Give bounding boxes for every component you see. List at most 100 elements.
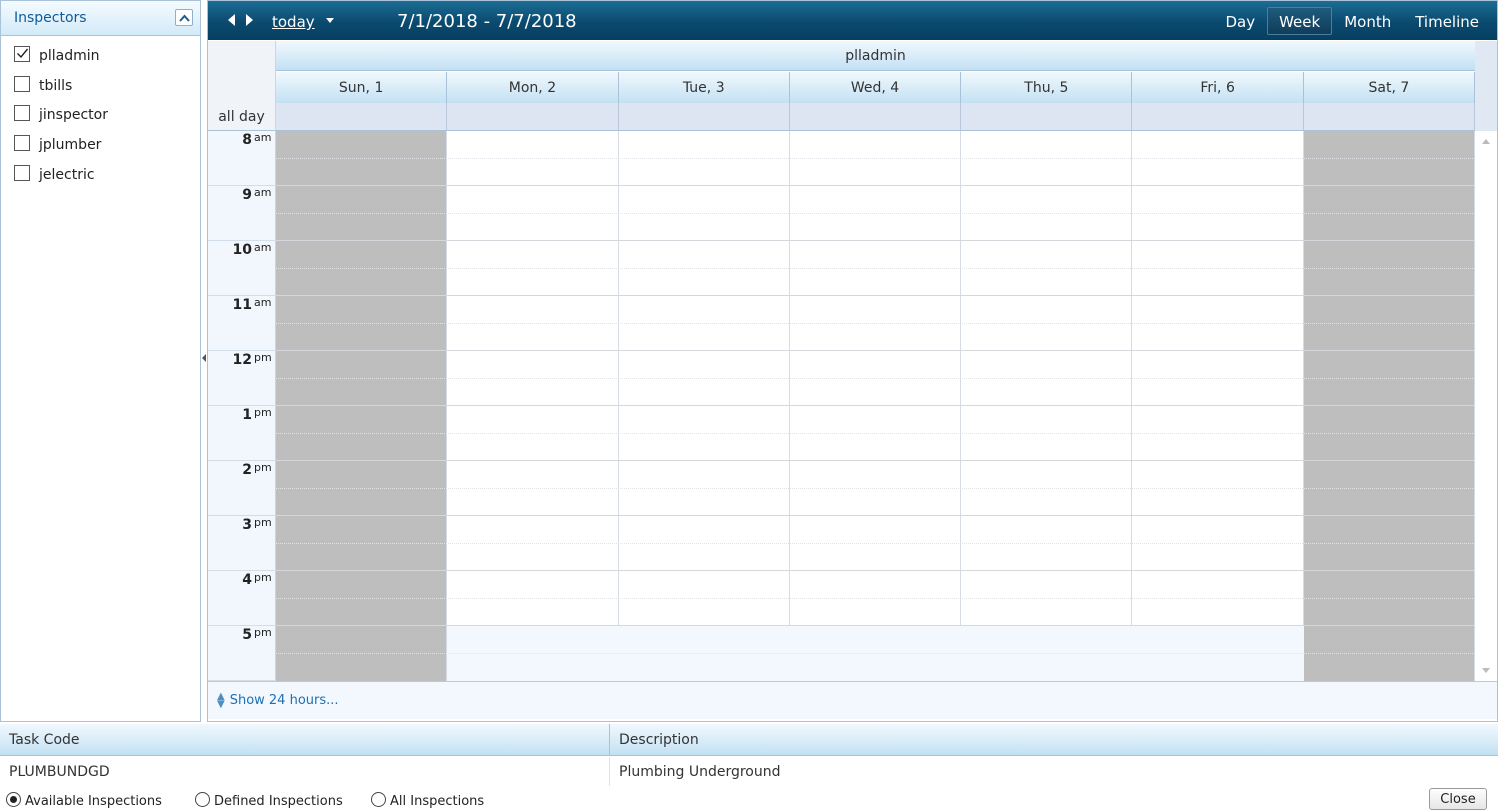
- date-range-label: 7/1/2018 - 7/7/2018: [397, 11, 577, 32]
- time-hour: 1: [242, 407, 252, 423]
- task-code-cell[interactable]: PLUMBUNDGD: [0, 757, 609, 786]
- time-hour: 3: [242, 517, 252, 533]
- scroll-down-icon[interactable]: [1482, 668, 1490, 673]
- time-slot: 9 am: [208, 186, 276, 241]
- radio-button[interactable]: [371, 792, 386, 807]
- vertical-scrollbar[interactable]: [1475, 131, 1497, 681]
- day-column-tue[interactable]: [618, 131, 790, 681]
- time-ampm: pm: [254, 351, 272, 364]
- day-header[interactable]: Sat, 7: [1303, 72, 1476, 103]
- column-header-description[interactable]: Description: [610, 724, 1498, 756]
- inspector-item-plladmin[interactable]: plladmin: [1, 41, 200, 71]
- time-hour: 5: [242, 627, 252, 643]
- show-24-hours-bar[interactable]: ▲ ▼ Show 24 hours...: [208, 681, 1497, 719]
- day-header[interactable]: Mon, 2: [447, 72, 619, 103]
- time-slot: 1 pm: [208, 406, 276, 461]
- all-day-cell[interactable]: [447, 103, 619, 130]
- day-column-wed[interactable]: [789, 131, 962, 681]
- all-day-cell[interactable]: [276, 103, 448, 130]
- next-arrow-icon[interactable]: [246, 14, 253, 26]
- all-day-cell[interactable]: [1132, 103, 1304, 130]
- inspector-label: jplumber: [39, 136, 102, 153]
- time-hour: 11: [232, 297, 252, 313]
- time-slot: 8 am: [208, 131, 276, 186]
- inspector-item-jplumber[interactable]: jplumber: [1, 130, 200, 160]
- radio-all-inspections[interactable]: All Inspections: [371, 790, 484, 809]
- time-ampm: pm: [254, 516, 272, 529]
- time-ampm: pm: [254, 571, 272, 584]
- day-column-sat[interactable]: [1303, 131, 1476, 681]
- day-header[interactable]: Thu, 5: [961, 72, 1133, 103]
- header-scroll-gutter: [1475, 41, 1497, 131]
- today-button[interactable]: today: [272, 13, 315, 31]
- time-ampm: pm: [254, 461, 272, 474]
- inspector-label: jinspector: [39, 107, 108, 124]
- view-tabs: Day Week Month Timeline: [1213, 7, 1491, 35]
- collapse-left-icon[interactable]: [202, 354, 206, 362]
- view-tab-week[interactable]: Week: [1267, 7, 1333, 35]
- radio-button[interactable]: [6, 792, 21, 807]
- time-slot: 11 am: [208, 296, 276, 351]
- check-icon: [17, 48, 29, 58]
- day-column-sun[interactable]: [276, 131, 448, 681]
- time-column: 8 am 9 am 10 am 11 am 12 pm 1 pm 2 pm 3 pm 4 pm 5…: [208, 131, 276, 681]
- radio-label: All Inspections: [390, 794, 485, 809]
- inspector-item-jinspector[interactable]: jinspector: [1, 100, 200, 130]
- show-24-hours-link[interactable]: Show 24 hours...: [230, 693, 339, 708]
- close-button[interactable]: Close: [1429, 788, 1487, 810]
- day-column-thu[interactable]: [961, 131, 1133, 681]
- inspector-item-jelectric[interactable]: jelectric: [1, 160, 200, 190]
- day-column-fri[interactable]: [1132, 131, 1304, 681]
- time-ampm: am: [254, 186, 272, 199]
- header-corner: [208, 41, 276, 103]
- all-day-cell[interactable]: [618, 103, 790, 130]
- view-tab-month[interactable]: Month: [1332, 7, 1403, 35]
- scheduler-toolbar: today 7/1/2018 - 7/7/2018 Day Week Month…: [208, 1, 1497, 40]
- day-header[interactable]: Wed, 4: [789, 72, 962, 103]
- day-column-mon[interactable]: [447, 131, 619, 681]
- column-header-task-code[interactable]: Task Code: [0, 724, 610, 756]
- all-day-cell[interactable]: [789, 103, 962, 130]
- description-cell[interactable]: Plumbing Underground: [610, 757, 1498, 786]
- day-header[interactable]: Tue, 3: [618, 72, 790, 103]
- all-day-cell[interactable]: [1303, 103, 1476, 130]
- radio-available-inspections[interactable]: Available Inspections: [6, 790, 162, 809]
- prev-arrow-icon[interactable]: [228, 14, 235, 26]
- view-tab-timeline[interactable]: Timeline: [1403, 7, 1491, 35]
- week-grid: [276, 131, 1476, 681]
- time-hour: 12: [232, 352, 252, 368]
- inspector-checkbox[interactable]: [14, 134, 30, 151]
- time-slot: 4 pm: [208, 571, 276, 626]
- all-day-label: all day: [208, 103, 276, 131]
- time-hour: 8: [242, 132, 252, 148]
- inspector-checkbox[interactable]: [14, 45, 30, 62]
- day-header-row: Sun, 1 Mon, 2 Tue, 3 Wed, 4 Thu, 5 Fri, …: [276, 72, 1476, 103]
- time-ampm: am: [254, 241, 272, 254]
- time-hour: 10: [232, 242, 252, 258]
- task-grid: Task Code Description PLUMBUNDGD Plumbin…: [0, 724, 1498, 786]
- dropdown-caret-icon[interactable]: [326, 18, 334, 23]
- radio-button[interactable]: [195, 792, 210, 807]
- all-day-cell[interactable]: [961, 103, 1133, 130]
- radio-defined-inspections[interactable]: Defined Inspections: [195, 790, 343, 809]
- day-header[interactable]: Fri, 6: [1132, 72, 1304, 103]
- inspector-item-tbills[interactable]: tbills: [1, 71, 200, 101]
- inspectors-panel-header: Inspectors: [1, 1, 200, 36]
- collapse-panel-button[interactable]: [175, 9, 193, 26]
- day-header[interactable]: Sun, 1: [276, 72, 448, 103]
- expand-icon: ▲ ▼: [217, 690, 225, 710]
- inspectors-title: Inspectors: [14, 10, 87, 26]
- inspection-filter: Available Inspections Defined Inspection…: [0, 788, 1498, 810]
- time-slot: 5 pm: [208, 626, 276, 681]
- inspector-checkbox[interactable]: [14, 105, 30, 122]
- inspector-checkbox[interactable]: [14, 164, 30, 181]
- view-tab-day[interactable]: Day: [1213, 7, 1267, 35]
- inspector-checkbox[interactable]: [14, 75, 30, 92]
- inspectors-panel: Inspectors plladmin tbills jinspector jp…: [0, 0, 201, 722]
- scroll-up-icon[interactable]: [1482, 139, 1490, 144]
- scheduler: today 7/1/2018 - 7/7/2018 Day Week Month…: [207, 0, 1498, 722]
- time-slot: 12 pm: [208, 351, 276, 406]
- time-slot: 2 pm: [208, 461, 276, 516]
- time-ampm: pm: [254, 406, 272, 419]
- radio-label: Defined Inspections: [214, 794, 343, 809]
